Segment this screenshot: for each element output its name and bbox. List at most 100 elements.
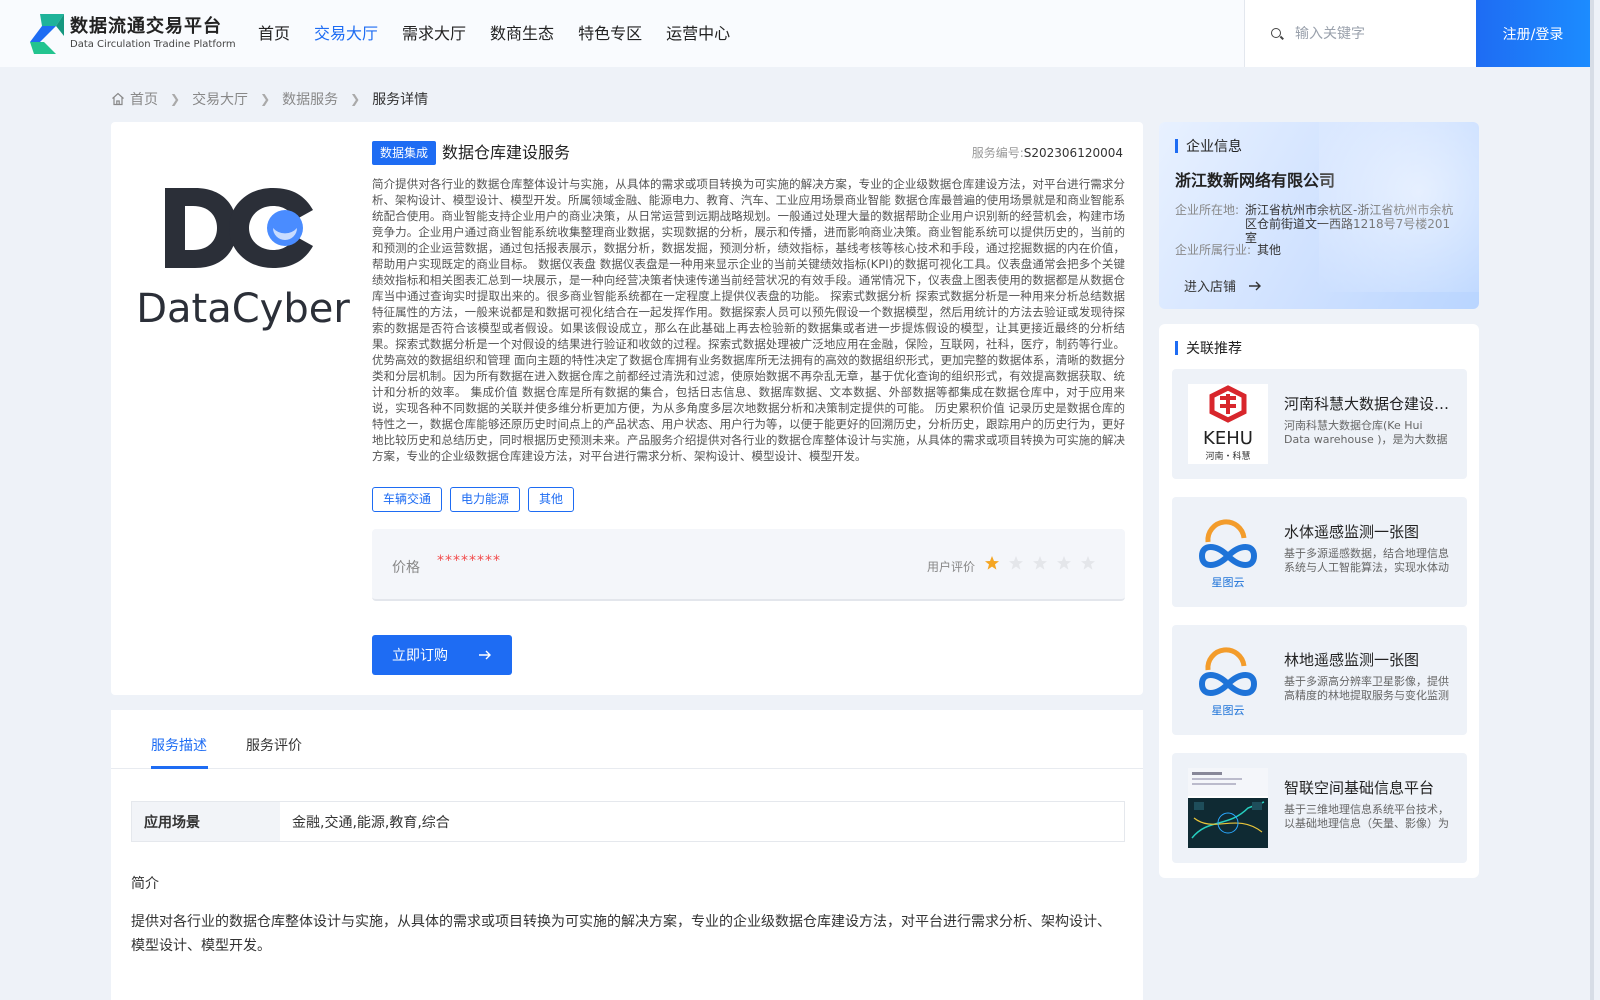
order-now-label: 立即订购 <box>392 648 448 664</box>
recommend-item[interactable]: 星图云 林地遥感监测一张图 基于多源高分辨率卫星影像，提供高精度的林地提取服务与… <box>1172 625 1467 735</box>
nav-ecosystem[interactable]: 数商生态 <box>490 22 554 46</box>
product-card: DataCyber 数据集成 数据仓库建设服务 服务编号:S2023061200… <box>111 122 1143 695</box>
intro-title: 简介 <box>131 876 159 892</box>
chevron-right-icon: ❯ <box>350 92 361 106</box>
company-name: 浙江数新网络有限公司 <box>1175 171 1336 190</box>
recommend-desc: 基于多源高分辨率卫星影像，提供高精度的林地提取服务与变化监测 <box>1284 675 1449 702</box>
nav-demand-hall[interactable]: 需求大厅 <box>402 22 466 46</box>
kehui-logo: KEHU 河南・科慧 <box>1188 384 1268 464</box>
main-nav: 首页 交易大厅 需求大厅 数商生态 特色专区 运营中心 <box>258 22 754 46</box>
company-industry-value: 其他 <box>1257 243 1282 257</box>
arrow-right-icon <box>479 650 491 660</box>
detail-tabs: 服务描述 服务评价 <box>111 710 1143 769</box>
logo-mark-icon <box>30 14 66 54</box>
price-box: 价格 ******** 用户评价 <box>372 529 1125 601</box>
logo-subtitle: Data Circulation Tradine Platform <box>70 39 236 50</box>
scrollbar-thumb[interactable] <box>1590 0 1594 1000</box>
search-box <box>1244 0 1476 67</box>
breadcrumb-current: 服务详情 <box>372 92 429 108</box>
company-industry-label: 企业所属行业: <box>1175 243 1252 257</box>
service-code-label: 服务编号: <box>971 146 1024 160</box>
xingtuyun-logo: 星图云 <box>1188 640 1268 720</box>
recommend-card: 关联推荐 KEHU 河南・科慧 河南科慧大数据仓建设服务 河南科慧大数据仓库(K… <box>1159 324 1479 878</box>
scene-label: 应用场景 <box>132 802 280 841</box>
order-now-button[interactable]: 立即订购 <box>372 635 512 675</box>
intro-text: 提供对各行业的数据仓库整体设计与实施，从具体的需求或项目转换为可实施的解决方案，… <box>131 914 1111 954</box>
recommend-title: 河南科慧大数据仓建设服务 <box>1284 395 1452 413</box>
recommend-title: 水体遥感监测一张图 <box>1284 523 1420 541</box>
recommend-title: 林地遥感监测一张图 <box>1284 651 1420 669</box>
enter-shop-link[interactable]: 进入店铺 <box>1184 276 1262 295</box>
tag-other[interactable]: 其他 <box>528 487 575 512</box>
price-label: 价格 <box>392 560 420 576</box>
price-value: ******** <box>437 553 501 569</box>
arrow-right-icon <box>1249 281 1262 290</box>
service-code: 服务编号:S202306120004 <box>972 144 1123 161</box>
rating-label: 用户评价 <box>927 560 976 574</box>
company-location-value: 浙江省杭州市余杭区-浙江省杭州市余杭区仓前街道文一西路1218号7号楼201室 <box>1245 203 1454 245</box>
enter-shop-label: 进入店铺 <box>1184 280 1237 295</box>
top-header: 数据流通交易平台 Data Circulation Tradine Platfo… <box>0 0 1590 67</box>
service-code-value: S202306120004 <box>1023 146 1123 160</box>
svg-text:河南・科慧: 河南・科慧 <box>1205 450 1250 462</box>
breadcrumb-trading-hall[interactable]: 交易大厅 <box>192 89 248 109</box>
recommend-item[interactable]: KEHU 河南・科慧 河南科慧大数据仓建设服务 河南科慧大数据仓库(Ke Hui… <box>1172 369 1467 479</box>
platform-screenshot-thumb <box>1188 768 1268 848</box>
company-card: 企业信息 浙江数新网络有限公司 企业所在地: 浙江省杭州市余杭区-浙江省杭州市余… <box>1159 122 1479 309</box>
rating-stars <box>984 555 1104 571</box>
detail-card: 服务描述 服务评价 应用场景 金融,交通,能源,教育,综合 简介 提供对各行业的… <box>111 710 1143 1000</box>
recommend-section-head: 关联推荐 <box>1175 338 1242 358</box>
company-section-head: 企业信息 <box>1175 136 1242 156</box>
logo-title: 数据流通交易平台 <box>70 16 222 37</box>
company-section-title: 企业信息 <box>1186 139 1242 155</box>
recommend-desc: 基于多源遥感数据，结合地理信息系统与人工智能算法，实现水体动态监测 <box>1284 547 1449 574</box>
nav-operation-center[interactable]: 运营中心 <box>666 22 730 46</box>
star-icon[interactable] <box>1032 555 1048 571</box>
tag-vehicle-traffic[interactable]: 车辆交通 <box>372 487 443 512</box>
company-location-row: 企业所在地: 浙江省杭州市余杭区-浙江省杭州市余杭区仓前街道文一西路1218号7… <box>1175 203 1457 245</box>
svg-text:星图云: 星图云 <box>1212 576 1245 589</box>
tab-service-review[interactable]: 服务评价 <box>246 735 302 755</box>
site-logo[interactable]: 数据流通交易平台 Data Circulation Tradine Platfo… <box>30 14 236 54</box>
tag-power-energy[interactable]: 电力能源 <box>450 487 521 512</box>
home-icon[interactable] <box>111 92 125 106</box>
chevron-right-icon: ❯ <box>260 92 271 106</box>
section-marker <box>1175 341 1178 355</box>
breadcrumb-data-service[interactable]: 数据服务 <box>282 89 338 109</box>
nav-home[interactable]: 首页 <box>258 22 290 46</box>
star-icon[interactable] <box>1008 555 1024 571</box>
product-description: 简介提供对各行业的数据仓库整体设计与实施，从具体的需求或项目转换为可实施的解决方… <box>372 177 1125 463</box>
breadcrumb: 首页 ❯ 交易大厅 ❯ 数据服务 ❯ 服务详情 <box>111 89 428 109</box>
chevron-right-icon: ❯ <box>170 92 181 106</box>
star-icon[interactable] <box>1080 555 1096 571</box>
nav-trading-hall[interactable]: 交易大厅 <box>314 22 378 46</box>
category-tag: 数据集成 <box>372 141 437 165</box>
star-icon[interactable] <box>1056 555 1072 571</box>
recommend-title: 智联空间基础信息平台 <box>1284 779 1435 797</box>
scene-table: 应用场景 金融,交通,能源,教育,综合 <box>131 801 1125 842</box>
product-title: 数据仓库建设服务 <box>442 143 571 162</box>
svg-text:DataCyber: DataCyber <box>136 286 350 332</box>
company-industry-row: 企业所属行业: 其他 <box>1175 243 1469 257</box>
search-input[interactable] <box>1295 25 1465 42</box>
star-icon[interactable] <box>984 555 1000 571</box>
tab-service-description[interactable]: 服务描述 <box>151 735 207 755</box>
recommend-item[interactable]: 智联空间基础信息平台 基于三维地理信息系统平台技术，以基础地理信息（矢量、影像）… <box>1172 753 1467 863</box>
breadcrumb-home[interactable]: 首页 <box>130 89 158 109</box>
recommend-item[interactable]: 星图云 水体遥感监测一张图 基于多源遥感数据，结合地理信息系统与人工智能算法，实… <box>1172 497 1467 607</box>
search-icon[interactable] <box>1271 27 1283 40</box>
active-tab-indicator <box>151 766 208 769</box>
section-marker <box>1175 139 1178 153</box>
product-logo: DataCyber <box>133 180 353 340</box>
recommend-section-title: 关联推荐 <box>1186 341 1242 357</box>
xingtuyun-logo: 星图云 <box>1188 512 1268 592</box>
company-location-label: 企业所在地: <box>1175 203 1240 217</box>
scene-value: 金融,交通,能源,教育,综合 <box>292 814 450 831</box>
nav-featured-zone[interactable]: 特色专区 <box>578 22 642 46</box>
svg-text:KEHU: KEHU <box>1203 428 1253 449</box>
industry-tags: 车辆交通 电力能源 其他 <box>372 487 582 512</box>
recommend-desc: 河南科慧大数据仓库(Ke Hui Data warehouse )，是为大数据仓… <box>1284 419 1448 446</box>
svg-text:星图云: 星图云 <box>1212 704 1245 717</box>
login-register-button[interactable]: 注册/登录 <box>1476 0 1590 67</box>
recommend-desc: 基于三维地理信息系统平台技术，以基础地理信息（矢量、影像）为底座 <box>1284 803 1449 830</box>
